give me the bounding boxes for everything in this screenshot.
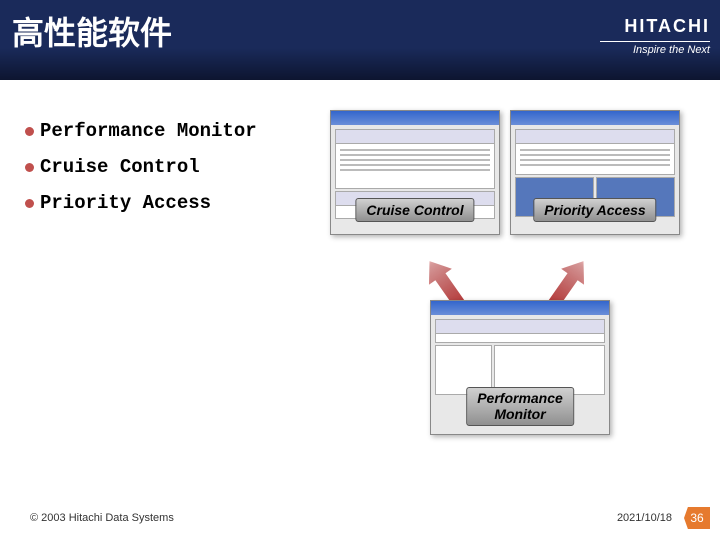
bullet-dot-icon [25,163,34,172]
bullet-dot-icon [25,199,34,208]
bullet-item: Priority Access [25,192,257,214]
bullet-text: Priority Access [40,192,211,214]
thumb-label: Priority Access [533,198,656,222]
brand-logo: HITACHI Inspire the Next [600,16,710,56]
bullet-list: Performance Monitor Cruise Control Prior… [25,120,257,228]
slide-header: 高性能软件 HITACHI Inspire the Next [0,0,720,80]
copyright-text: © 2003 Hitachi Data Systems [30,512,174,524]
thumb-label-line1: Performance [477,390,563,406]
slide-footer: © 2003 Hitachi Data Systems 2021/10/18 3… [0,506,720,530]
screenshot-group: Cruise Control Priority Access [330,110,700,235]
bullet-text: Performance Monitor [40,120,257,142]
thumb-titlebar [511,111,679,125]
bullet-dot-icon [25,127,34,136]
logo-text: HITACHI [600,16,710,37]
thumb-label-line2: Monitor [494,406,545,422]
page-number: 36 [684,507,710,529]
logo-tagline: Inspire the Next [600,44,710,56]
bullet-item: Cruise Control [25,156,257,178]
bullet-item: Performance Monitor [25,120,257,142]
bullet-text: Cruise Control [40,156,200,178]
thumb-cruise-control: Cruise Control [330,110,500,235]
thumb-label: Performance Monitor [466,387,574,426]
logo-divider [600,41,710,42]
thumb-performance-monitor: Performance Monitor [430,300,610,435]
thumb-titlebar [431,301,609,315]
thumb-label: Cruise Control [355,198,474,222]
thumb-priority-access: Priority Access [510,110,680,235]
footer-date: 2021/10/18 [617,512,672,524]
thumb-titlebar [331,111,499,125]
slide-title: 高性能软件 [12,8,172,54]
